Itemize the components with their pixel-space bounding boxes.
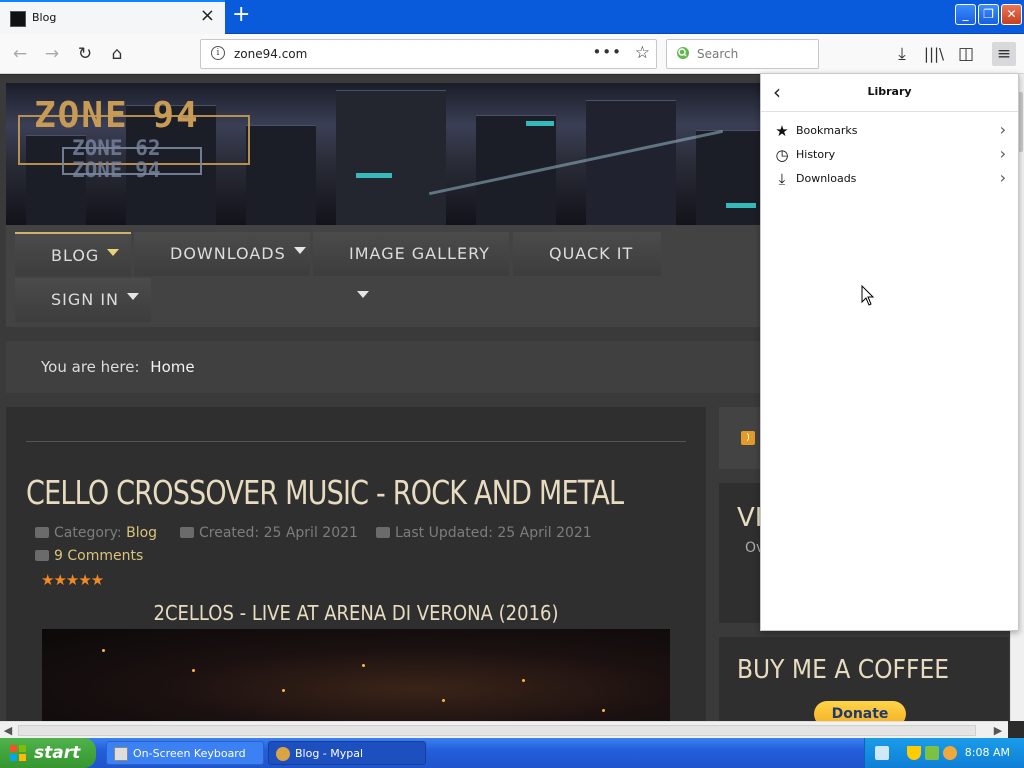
sidebar-heading: VI — [737, 503, 763, 533]
rating-stars[interactable]: ★★★★★ — [41, 571, 104, 589]
close-window-button[interactable]: ✕ — [1001, 4, 1022, 25]
chevron-right-icon: › — [999, 168, 1006, 187]
divider — [26, 441, 686, 442]
horizontal-scrollbar[interactable]: ◀ ▶ — [0, 721, 1008, 738]
search-input[interactable]: Search — [666, 39, 819, 69]
search-tray-icon[interactable] — [943, 746, 957, 760]
sidebar-toggle-icon[interactable]: ◫ — [954, 42, 978, 66]
network-icon[interactable] — [925, 746, 939, 760]
downloads-icon[interactable]: ⤓ — [890, 42, 914, 66]
chevron-right-icon: › — [999, 120, 1006, 139]
comments-link[interactable]: 9 Comments — [54, 548, 143, 564]
library-title: Library — [867, 85, 912, 98]
coffee-module: BUY ME A COFFEE Donate — [719, 637, 1009, 721]
chevron-down-icon — [127, 293, 140, 300]
keyboard-icon — [114, 747, 128, 761]
article: CELLO CROSSOVER MUSIC - ROCK AND METAL C… — [6, 407, 706, 721]
bookmark-star-icon[interactable]: ☆ — [635, 43, 650, 63]
article-created: Created: 25 April 2021 — [180, 525, 358, 541]
new-tab-button[interactable]: + — [232, 3, 250, 27]
library-item-history[interactable]: ◷ History › — [761, 143, 1018, 167]
comment-icon — [35, 550, 49, 561]
breadcrumb-label: You are here: — [41, 358, 140, 376]
window-controls: _ ❐ ✕ — [955, 4, 1022, 25]
chevron-right-icon: › — [999, 144, 1006, 163]
menu-item-quack-it[interactable]: QUACK IT — [513, 232, 661, 276]
menu-item-blog[interactable]: BLOG — [15, 232, 131, 276]
library-header: ‹ Library — [761, 74, 1018, 112]
navigation-toolbar: ← → ↻ ⌂ i zone94.com ••• ☆ Search ⤓ |||\… — [0, 34, 1024, 74]
chevron-down-icon — [107, 249, 120, 256]
folder-icon — [35, 527, 49, 538]
taskbar-item-keyboard[interactable]: On-Screen Keyboard — [106, 741, 264, 765]
chevron-down-icon — [293, 247, 306, 254]
calendar-icon — [376, 527, 390, 538]
tab-close-icon[interactable]: × — [200, 7, 215, 25]
video-thumbnail[interactable] — [42, 629, 670, 721]
library-item-downloads[interactable]: ⤓ Downloads › — [761, 167, 1018, 191]
browser-icon — [276, 747, 290, 761]
main-menu: BLOG DOWNLOADS IMAGE GALLERY QUACK IT SI… — [6, 225, 766, 327]
star-icon: ★ — [775, 122, 789, 140]
clock: 8:08 AM — [964, 746, 1010, 759]
breadcrumb-home-link[interactable]: Home — [150, 358, 194, 376]
security-shield-icon[interactable] — [907, 746, 921, 760]
menu-item-sign-in[interactable]: SIGN IN — [15, 278, 151, 322]
back-icon[interactable]: ← — [8, 42, 32, 66]
mouse-cursor-icon — [861, 285, 875, 306]
url-text[interactable]: zone94.com — [234, 47, 307, 61]
article-comments: 9 Comments — [35, 548, 143, 564]
tab-blog[interactable]: Blog × — [0, 0, 225, 34]
tab-title: Blog — [32, 11, 57, 24]
coffee-heading: BUY ME A COFFEE — [737, 655, 950, 685]
url-bar[interactable]: i zone94.com ••• ☆ — [200, 39, 657, 69]
scroll-right-icon[interactable]: ▶ — [990, 723, 1006, 738]
site-logo-sub: ZONE 62 ZONE 94 — [72, 136, 161, 182]
taskbar: start On-Screen Keyboard Blog - Mypal 8:… — [0, 738, 1024, 768]
tab-strip: Blog × + _ ❐ ✕ — [0, 0, 1024, 34]
calendar-icon — [180, 527, 194, 538]
library-icon[interactable]: |||\ — [922, 42, 946, 66]
reload-icon[interactable]: ↻ — [73, 42, 97, 66]
system-tray: 8:08 AM — [864, 738, 1024, 768]
article-updated: Last Updated: 25 April 2021 — [376, 525, 592, 541]
home-icon[interactable]: ⌂ — [105, 42, 129, 66]
site-info-icon[interactable]: i — [211, 46, 225, 60]
minimize-button[interactable]: _ — [955, 4, 976, 25]
library-panel: ‹ Library ★ Bookmarks › ◷ History › ⤓ Do… — [760, 73, 1019, 631]
library-item-bookmarks[interactable]: ★ Bookmarks › — [761, 119, 1018, 143]
download-icon: ⤓ — [778, 170, 786, 188]
keyboard-tray-icon[interactable] — [875, 746, 889, 760]
windows-logo-icon — [10, 745, 26, 761]
video-title: 2CELLOS - LIVE AT ARENA DI VERONA (2016) — [153, 601, 559, 625]
article-title[interactable]: CELLO CROSSOVER MUSIC - ROCK AND METAL — [26, 473, 624, 512]
menu-item-image-gallery[interactable]: IMAGE GALLERY — [313, 232, 509, 298]
start-button[interactable]: start — [0, 738, 96, 768]
chevron-down-icon — [357, 291, 369, 298]
search-placeholder: Search — [697, 47, 739, 61]
search-icon — [677, 47, 689, 59]
article-category: Category: Blog — [35, 525, 157, 541]
rss-icon[interactable]: ) — [741, 431, 755, 445]
restore-button[interactable]: ❐ — [978, 4, 999, 25]
forward-icon[interactable]: → — [40, 42, 64, 66]
page-actions-icon[interactable]: ••• — [592, 43, 622, 61]
category-link[interactable]: Blog — [126, 525, 157, 541]
site-favicon-icon — [10, 11, 26, 27]
donate-button[interactable]: Donate — [814, 701, 906, 721]
scroll-left-icon[interactable]: ◀ — [0, 723, 16, 738]
clock-icon: ◷ — [775, 146, 789, 164]
menu-item-downloads[interactable]: DOWNLOADS — [134, 232, 310, 276]
scrollbar-thumb[interactable] — [18, 725, 976, 736]
breadcrumb: You are here: Home — [6, 341, 766, 393]
site-logo[interactable]: ZONE 94 — [34, 95, 200, 136]
menu-hamburger-icon[interactable]: ≡ — [992, 42, 1016, 66]
taskbar-item-browser[interactable]: Blog - Mypal — [268, 741, 426, 765]
site-banner: ZONE 94 ZONE 62 ZONE 94 — [6, 83, 766, 225]
